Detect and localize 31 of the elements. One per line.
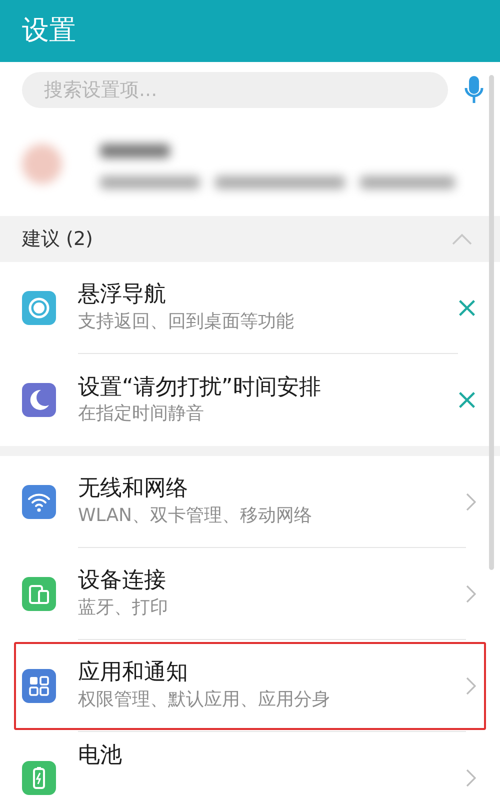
item-subtitle: 蓝牙、打印	[78, 596, 169, 620]
item-title: 悬浮导航	[78, 281, 167, 310]
chevron-right-icon	[466, 493, 476, 511]
item-title: 应用和通知	[78, 659, 189, 688]
moon-icon	[22, 383, 56, 417]
item-title: 设置“请勿打扰”时间安排	[78, 374, 322, 402]
item-title: 设备连接	[78, 567, 167, 596]
section-title: 建议 (2)	[22, 226, 93, 252]
chevron-right-icon	[466, 769, 476, 787]
settings-item[interactable]: 无线和网络 WLAN、双卡管理、移动网络	[0, 456, 500, 548]
item-subtitle: 支持返回、回到桌面等功能	[78, 310, 295, 334]
search-field[interactable]: 搜索设置项...	[22, 72, 448, 108]
settings-item[interactable]: 电池	[0, 732, 500, 798]
item-subtitle: 在指定时间静音	[78, 402, 205, 426]
dismiss-icon[interactable]	[458, 391, 476, 409]
item-title: 电池	[78, 742, 123, 770]
collapse-chevron-icon[interactable]	[452, 233, 472, 245]
item-subtitle: 权限管理、默认应用、应用分身	[78, 688, 331, 712]
dismiss-icon[interactable]	[458, 299, 476, 317]
wifi-icon	[22, 485, 56, 519]
grid-icon	[22, 669, 56, 703]
settings-item[interactable]: 设备连接 蓝牙、打印	[0, 548, 500, 640]
chevron-right-icon	[466, 677, 476, 695]
page-title: 设置	[22, 14, 77, 48]
settings-item[interactable]: 应用和通知 权限管理、默认应用、应用分身	[0, 640, 500, 732]
item-title: 无线和网络	[78, 475, 189, 504]
battery-icon	[22, 761, 56, 795]
chevron-right-icon	[466, 585, 476, 603]
microphone-icon[interactable]	[464, 75, 484, 105]
item-subtitle: WLAN、双卡管理、移动网络	[78, 504, 314, 528]
devices-icon	[22, 577, 56, 611]
